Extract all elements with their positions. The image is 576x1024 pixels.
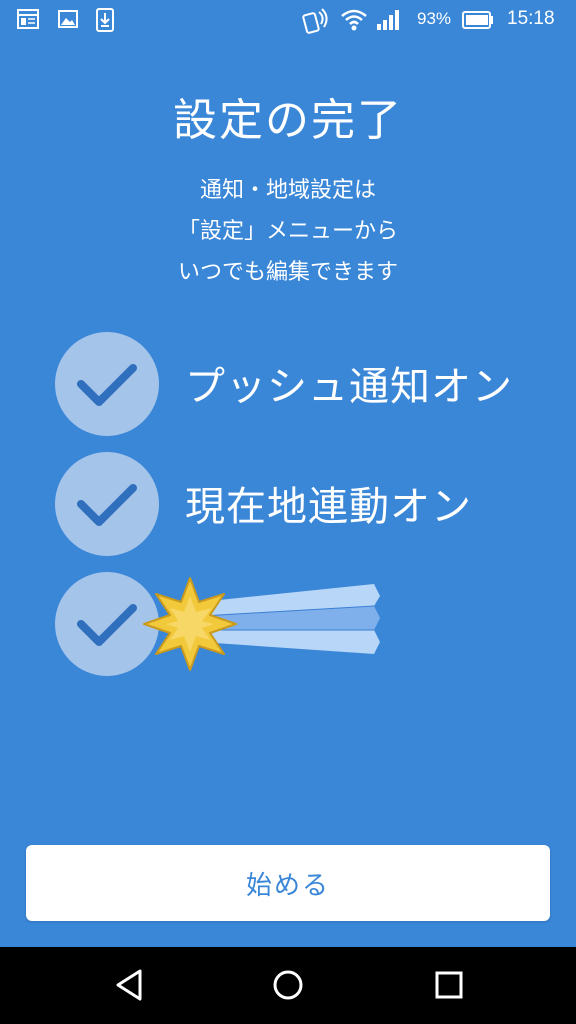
- checklist-label: 現在地連動オン: [185, 484, 472, 530]
- shooting-star-icon: [143, 577, 380, 671]
- checkmark-icon: [77, 484, 137, 526]
- home-icon[interactable]: [271, 967, 305, 1007]
- wifi-icon: [340, 8, 368, 36]
- start-button[interactable]: 始める: [26, 845, 550, 921]
- subtitle-line: 通知・地域設定は: [199, 178, 376, 203]
- subtitle-line: いつでも編集できます: [177, 260, 398, 285]
- download-icon: [95, 8, 115, 36]
- check-circle: [55, 332, 159, 436]
- nfc-icon: [302, 8, 330, 38]
- page-title: 設定の完了: [173, 95, 403, 146]
- battery-icon: [462, 10, 494, 34]
- battery-percent: 93%: [417, 9, 452, 28]
- notebook-icon: [17, 8, 39, 34]
- image-icon: [57, 8, 79, 34]
- navigation-bar: [0, 947, 576, 1024]
- check-circle: [55, 452, 159, 556]
- recents-icon[interactable]: [432, 967, 466, 1007]
- subtitle: 通知・地域設定は 「設定」メニューから いつでも編集できます: [0, 170, 576, 293]
- checkmark-icon: [77, 364, 137, 406]
- checklist-label: プッシュ通知オン: [185, 364, 513, 410]
- clock: 15:18: [507, 8, 555, 29]
- signal-icon: [376, 8, 402, 36]
- back-icon[interactable]: [112, 967, 146, 1007]
- status-bar: 93% 15:18: [0, 0, 576, 40]
- subtitle-line: 「設定」メニューから: [177, 219, 398, 244]
